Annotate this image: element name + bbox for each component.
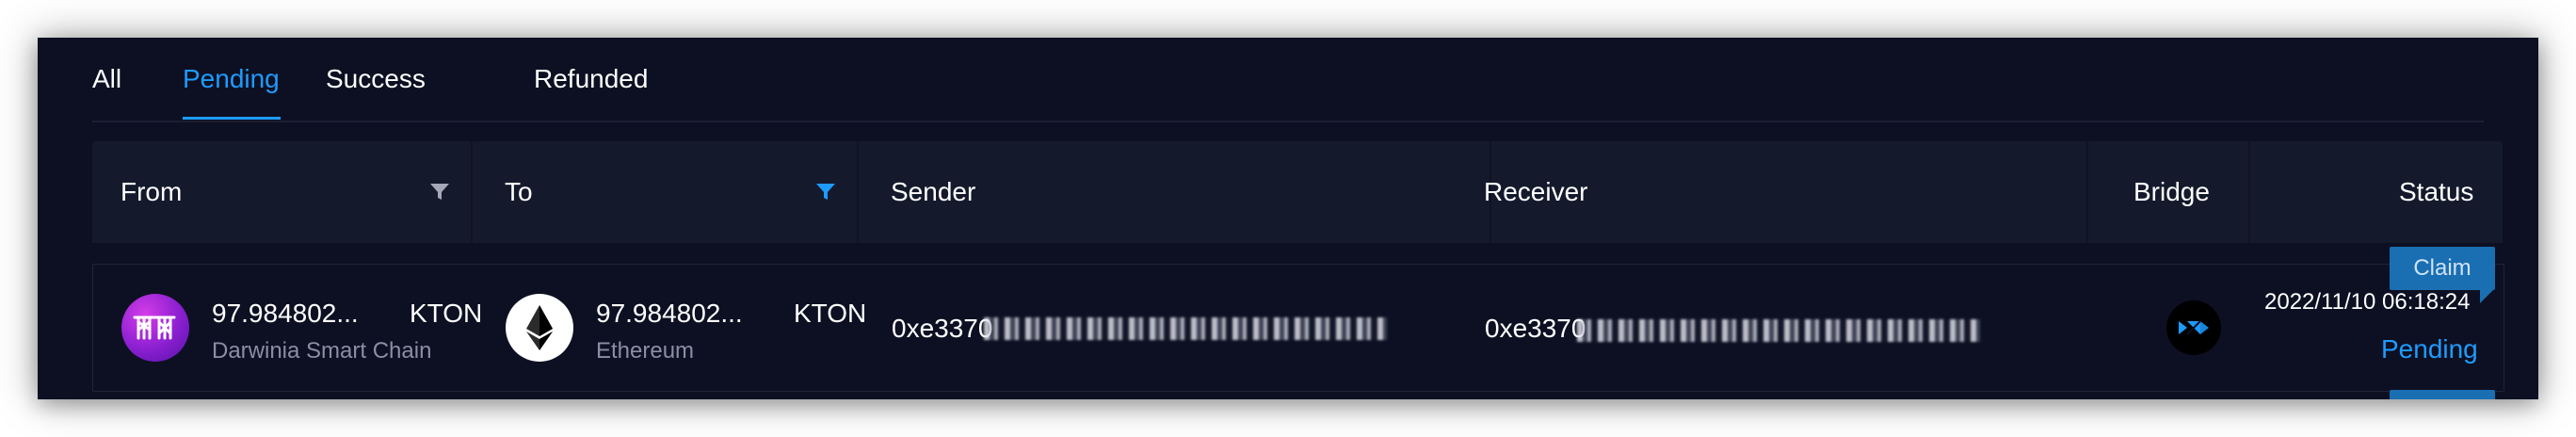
claim-button-tail	[2480, 288, 2495, 303]
column-header-from: From	[121, 177, 183, 206]
receiver-address-redacted	[1577, 319, 1980, 342]
column-header-sender: Sender	[891, 177, 976, 206]
sender-address[interactable]: 0xe3370	[892, 314, 992, 344]
claim-button[interactable]: Claim	[2390, 247, 2495, 290]
from-chain-name: Darwinia Smart Chain	[212, 338, 432, 364]
transfer-history-panel: All Pending Success Refunded From To Sen…	[38, 38, 2538, 399]
column-divider	[471, 141, 473, 243]
from-amount: 97.984802...	[212, 299, 359, 328]
sender-address-redacted	[984, 317, 1387, 340]
tab-all[interactable]: All	[92, 64, 121, 94]
to-chain-name: Ethereum	[596, 338, 695, 364]
table-row[interactable]: 97.984802... KTON Darwinia Smart Chain 9…	[92, 264, 2504, 392]
claim-button-next[interactable]	[2390, 390, 2495, 399]
column-header-status: Status	[2399, 177, 2474, 206]
bridge-logo-icon	[2166, 300, 2221, 355]
filter-icon-active[interactable]	[815, 183, 836, 202]
to-amount: 97.984802...	[596, 299, 743, 328]
filter-icon[interactable]	[429, 183, 450, 202]
transfer-timestamp: 2022/11/10 06:18:24	[2264, 289, 2471, 315]
column-header-receiver: Receiver	[1484, 177, 1588, 206]
to-token: KTON	[794, 299, 867, 328]
from-token: KTON	[410, 299, 483, 328]
darwinia-icon	[121, 294, 189, 362]
ethereum-icon	[506, 294, 573, 362]
column-header-bridge: Bridge	[2133, 177, 2210, 206]
column-divider	[2248, 141, 2250, 243]
column-divider	[857, 141, 859, 243]
receiver-address[interactable]: 0xe3370	[1485, 314, 1586, 344]
active-tab-indicator	[183, 117, 281, 120]
table-header: From To Sender Receiver Bridge Status	[92, 141, 2503, 243]
tab-pending[interactable]: Pending	[183, 64, 280, 94]
status-badge: Pending	[2381, 334, 2478, 364]
tabs-divider	[92, 121, 2484, 122]
column-divider	[2086, 141, 2088, 243]
column-header-to: To	[505, 177, 533, 206]
tab-success[interactable]: Success	[326, 64, 426, 94]
tab-refunded[interactable]: Refunded	[534, 64, 648, 94]
